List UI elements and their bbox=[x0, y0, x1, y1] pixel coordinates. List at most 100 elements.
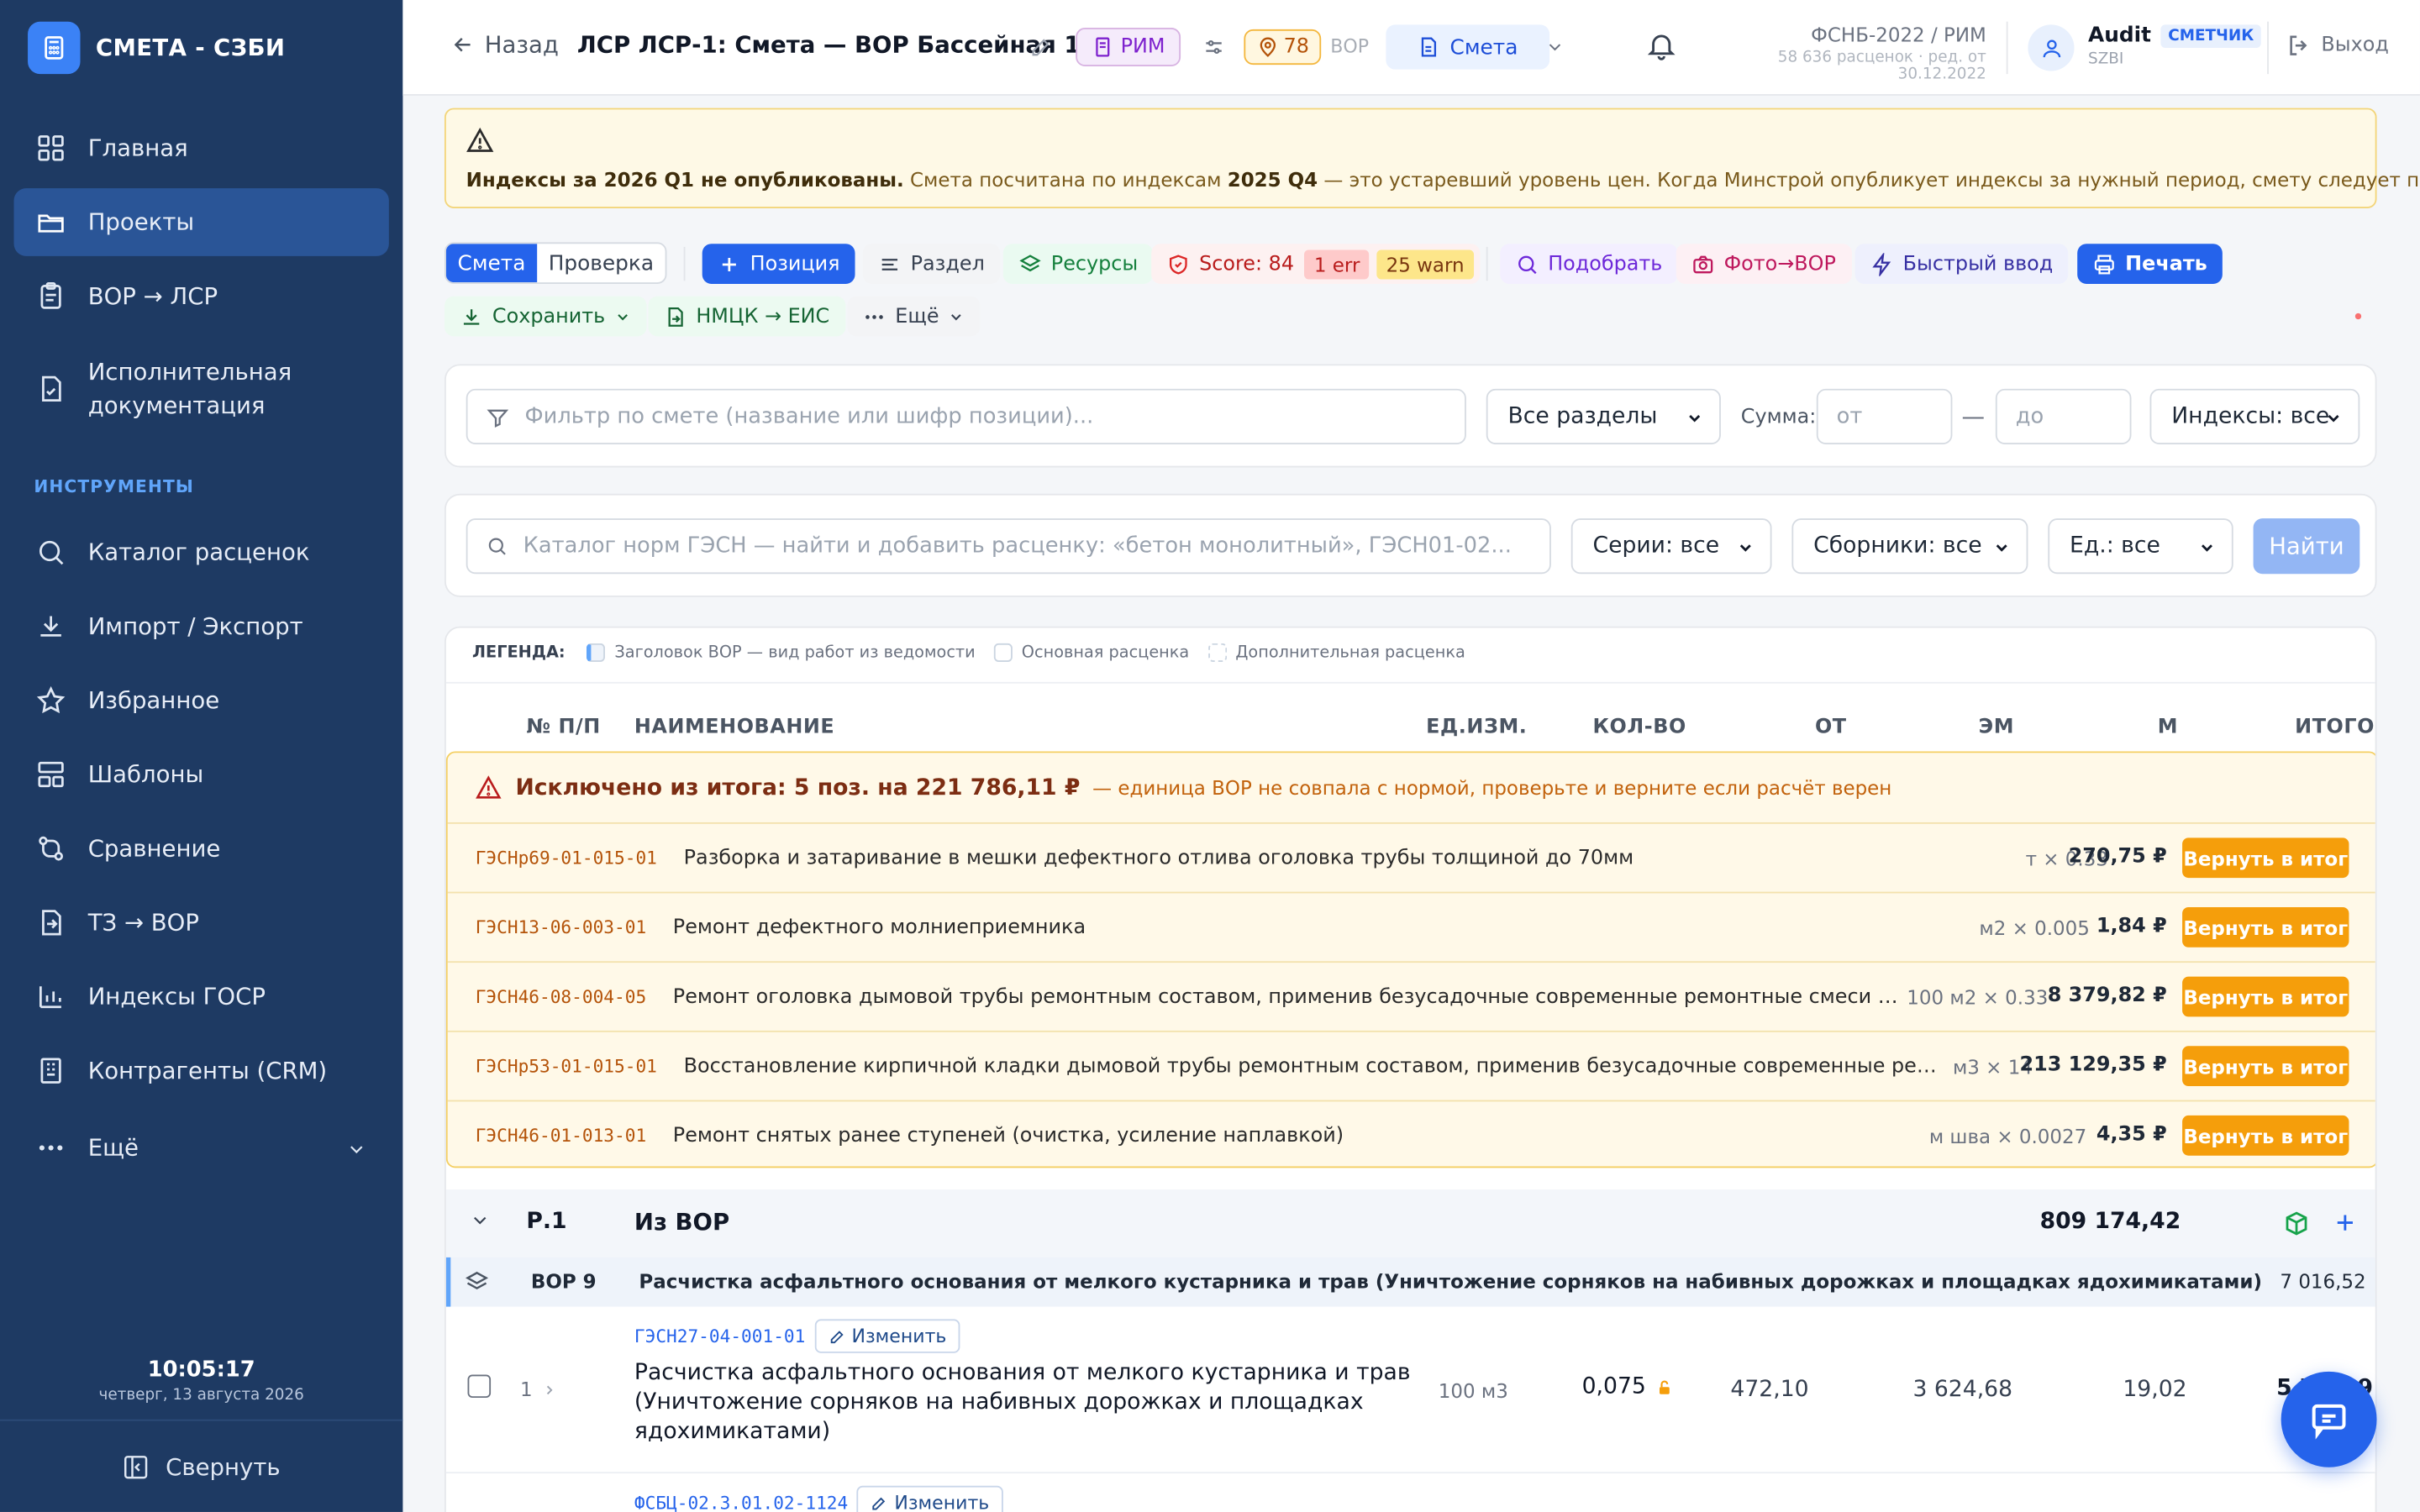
sidebar-item-favorites[interactable]: Избранное bbox=[14, 666, 389, 734]
position-qty[interactable]: 0,075 bbox=[1582, 1374, 1646, 1399]
nmck-eis-button[interactable]: НМЦК → ЕИС bbox=[648, 296, 845, 337]
chat-button[interactable] bbox=[2281, 1371, 2377, 1467]
position-code-link[interactable]: ГЭСН27-04-001-01 bbox=[634, 1326, 805, 1347]
excluded-qty: 100 м2 × 0.33 bbox=[1907, 985, 2049, 1010]
user-info[interactable]: Audit СМЕТЧИК SZBI bbox=[2088, 24, 2262, 68]
sum-from-input[interactable]: от bbox=[1816, 388, 1953, 444]
units-select[interactable]: Ед.: все bbox=[2048, 518, 2233, 575]
vor-link[interactable]: ВОР bbox=[1330, 35, 1369, 57]
section-row[interactable]: Р.1 Из ВОР 809 174,42 bbox=[445, 1189, 2375, 1257]
excluded-sum: 8 379,82 ₽ bbox=[2047, 984, 2167, 1008]
catalog-search-input[interactable]: Каталог норм ГЭСН — найти и добавить рас… bbox=[466, 518, 1551, 575]
sidebar-item-tz-vor[interactable]: ТЗ → ВОР bbox=[14, 889, 389, 957]
vor-header-row[interactable]: ВОР 9 Расчистка асфальтного основания от… bbox=[445, 1257, 2375, 1307]
table-row[interactable]: ГЭСН27-04-001-01 Изменить 1 Расчистка ас… bbox=[445, 1306, 2375, 1474]
sidebar-item-label: Индексы ГОСР bbox=[87, 982, 266, 1011]
add-section-button[interactable]: Раздел bbox=[862, 244, 1001, 284]
sidebar-item-label: Ещё bbox=[87, 1133, 139, 1163]
tab-smeta[interactable]: Смета bbox=[1386, 24, 1550, 70]
location-badge[interactable]: 78 bbox=[1244, 29, 1322, 66]
pick-button[interactable]: Подобрать bbox=[1500, 244, 1678, 284]
series-select[interactable]: Серии: все bbox=[1570, 518, 1772, 575]
avatar[interactable] bbox=[2028, 24, 2075, 71]
sum-to-input[interactable]: до bbox=[1995, 388, 2132, 444]
print-button[interactable]: Печать bbox=[2077, 244, 2223, 284]
sidebar-item-label: Каталог расценок bbox=[87, 538, 310, 567]
col-em-header[interactable]: ЭМ bbox=[1979, 716, 2014, 739]
quick-input-button[interactable]: Быстрый ввод bbox=[1854, 244, 2069, 284]
user-role-badge: СМЕТЧИК bbox=[2160, 24, 2262, 48]
sidebar-item-projects[interactable]: Проекты bbox=[13, 188, 389, 256]
chevron-down-icon[interactable] bbox=[469, 1210, 491, 1231]
sidebar-item-home[interactable]: Главная bbox=[14, 114, 389, 182]
package-icon[interactable] bbox=[2282, 1210, 2310, 1237]
col-ot-header[interactable]: ОТ bbox=[1815, 716, 1847, 739]
indices-select[interactable]: Индексы: все bbox=[2149, 388, 2360, 444]
resources-button[interactable]: Ресурсы bbox=[1002, 244, 1154, 284]
sidebar-item-templates[interactable]: Шаблоны bbox=[14, 741, 389, 809]
position-name: Расчистка асфальтного основания от мелко… bbox=[634, 1359, 1411, 1447]
edit-next-position-button[interactable]: Изменить bbox=[857, 1485, 1003, 1512]
sidebar-item-catalog[interactable]: Каталог расценок bbox=[14, 518, 389, 586]
collections-select[interactable]: Сборники: все bbox=[1791, 518, 2028, 575]
next-position-code-link[interactable]: ФСБЦ-02.3.01.02-1124 bbox=[634, 1492, 848, 1512]
sidebar-item-compare[interactable]: Сравнение bbox=[14, 815, 389, 883]
plus-icon[interactable] bbox=[2332, 1210, 2358, 1236]
row-checkbox[interactable] bbox=[467, 1374, 492, 1399]
filter-input[interactable]: Фильтр по смете (название или шифр позиц… bbox=[466, 388, 1466, 444]
col-num-header[interactable]: № П/П bbox=[526, 716, 601, 739]
chevron-right-icon[interactable] bbox=[542, 1383, 557, 1398]
sidebar-item-more[interactable]: Ещё bbox=[14, 1114, 389, 1182]
col-name-header[interactable]: НАИМЕНОВАНИЕ bbox=[634, 716, 834, 739]
more-button[interactable]: Ещё bbox=[847, 296, 981, 337]
mode-check[interactable]: Проверка bbox=[537, 244, 665, 282]
sidebar-item-import-export[interactable]: Импорт / Экспорт bbox=[14, 592, 389, 660]
score-button[interactable]: Score: 84 1 err 25 warn bbox=[1151, 244, 1480, 284]
sections-select[interactable]: Все разделы bbox=[1486, 388, 1721, 444]
excluded-code[interactable]: ГЭСН13-06-003-01 bbox=[476, 916, 646, 938]
chevron-down-icon[interactable] bbox=[1545, 37, 1565, 57]
sum-to-placeholder: до bbox=[2015, 404, 2044, 429]
collapse-sidebar-button[interactable]: Свернуть bbox=[0, 1419, 403, 1512]
restore-button[interactable]: Вернуть в итог bbox=[2182, 906, 2349, 948]
search-icon bbox=[39, 540, 64, 565]
save-button[interactable]: Сохранить bbox=[444, 296, 647, 337]
col-unit-header[interactable]: ЕД.ИЗМ. bbox=[1426, 716, 1527, 739]
position-name-line2: (Уничтожение сорняков на набивных дорожк… bbox=[634, 1389, 1364, 1415]
page-title: ЛСР ЛСР-1: Смета — ВОР Бассейная 1-3 bbox=[577, 31, 1106, 59]
col-qty-header[interactable]: КОЛ-ВО bbox=[1592, 716, 1686, 739]
excluded-code[interactable]: ГЭСН46-01-013-01 bbox=[476, 1125, 646, 1147]
photo-vor-button[interactable]: Фото→ВОР bbox=[1676, 244, 1852, 284]
excluded-code[interactable]: ГЭСНр69-01-015-01 bbox=[476, 847, 657, 869]
col-m-header[interactable]: М bbox=[2158, 716, 2178, 739]
excluded-code[interactable]: ГЭСН46-08-004-05 bbox=[476, 986, 646, 1008]
logout-button[interactable]: Выход bbox=[2286, 33, 2389, 59]
lock-icon[interactable] bbox=[1656, 1379, 1673, 1396]
edit-position-button[interactable]: Изменить bbox=[814, 1319, 960, 1353]
estimate-table: ЛЕГЕНДА: Заголовок ВОР — вид работ из ве… bbox=[444, 626, 2377, 1512]
add-position-button[interactable]: Позиция bbox=[702, 244, 855, 284]
next-position-code-group: ФСБЦ-02.3.01.02-1124 Изменить bbox=[634, 1485, 1003, 1512]
find-button[interactable]: Найти bbox=[2253, 518, 2360, 575]
vor-code: ВОР 9 bbox=[530, 1269, 597, 1294]
pencil-icon[interactable] bbox=[1029, 35, 1053, 59]
legend: ЛЕГЕНДА: Заголовок ВОР — вид работ из ве… bbox=[472, 643, 1465, 662]
sliders-icon[interactable] bbox=[1202, 35, 1226, 59]
sidebar-item-indices[interactable]: Индексы ГОСР bbox=[14, 963, 389, 1031]
price-base-sub: 58 636 расценок · ред. от 30.12.2022 bbox=[1777, 49, 1986, 84]
restore-button[interactable]: Вернуть в итог bbox=[2182, 1046, 2349, 1087]
brand[interactable]: СМЕТА - СЗБИ bbox=[0, 0, 402, 96]
restore-button[interactable]: Вернуть в итог bbox=[2182, 837, 2349, 879]
excluded-code[interactable]: ГЭСНр53-01-015-01 bbox=[476, 1055, 657, 1077]
series-select-value: Серии: все bbox=[1592, 533, 1720, 559]
sidebar-item-vor-lsr[interactable]: ВОР → ЛСР bbox=[14, 262, 389, 330]
rim-badge[interactable]: РИМ bbox=[1076, 28, 1181, 66]
sidebar-item-exec-docs[interactable]: Исполнительная документация bbox=[14, 349, 389, 429]
bell-icon[interactable] bbox=[1645, 29, 1678, 62]
col-total-header[interactable]: ИТОГО bbox=[2295, 716, 2375, 739]
restore-button[interactable]: Вернуть в итог bbox=[2182, 976, 2349, 1017]
back-button[interactable]: Назад bbox=[450, 31, 559, 59]
sidebar-item-crm[interactable]: Контрагенты (CRM) bbox=[14, 1037, 389, 1105]
restore-button[interactable]: Вернуть в итог bbox=[2182, 1115, 2349, 1156]
mode-smeta[interactable]: Смета bbox=[445, 244, 538, 283]
